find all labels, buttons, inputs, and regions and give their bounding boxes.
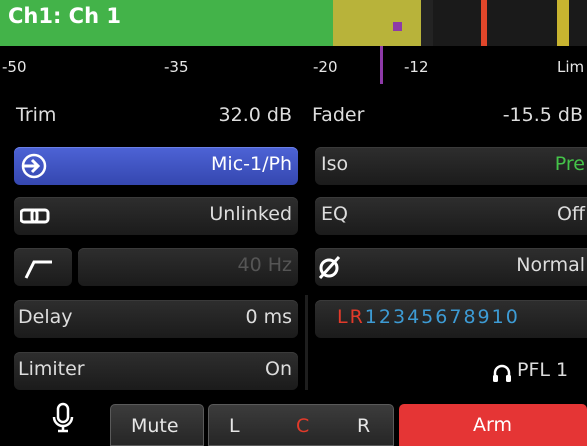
scale-label: Lim xyxy=(557,58,585,76)
routing-bus: 10 xyxy=(491,306,520,328)
routing-left: L xyxy=(337,306,350,328)
phase-value: Normal xyxy=(516,254,585,276)
high-pass-filter-icon xyxy=(24,256,54,284)
meter-peak-segment xyxy=(557,0,569,46)
fader-label: Fader xyxy=(312,104,365,126)
input-source-value: Mic-1/Ph xyxy=(211,153,292,175)
routing-bus: 5 xyxy=(421,306,436,328)
pan-control[interactable]: L C R xyxy=(208,404,394,446)
iso-label: Iso xyxy=(321,153,349,175)
hpf-frequency-button[interactable]: 40 Hz xyxy=(78,248,298,286)
headphones-icon xyxy=(492,363,512,387)
meter-segment xyxy=(569,0,587,46)
link-value: Unlinked xyxy=(209,203,292,225)
trim-label: Trim xyxy=(16,104,57,126)
arm-label: Arm xyxy=(473,414,512,436)
routing-assignments: LR12345678910 xyxy=(337,306,520,328)
routing-bus: 8 xyxy=(463,306,478,328)
meter-segment xyxy=(487,0,557,46)
pan-center-label: C xyxy=(296,415,310,437)
fader-value[interactable]: -15.5 dB xyxy=(503,104,583,126)
delay-button[interactable]: Delay 0 ms xyxy=(14,300,298,338)
peak-hold-indicator xyxy=(393,22,402,31)
mute-label: Mute xyxy=(131,415,179,437)
link-icon xyxy=(19,207,50,231)
scale-label: -12 xyxy=(404,58,429,76)
routing-button[interactable]: LR12345678910 xyxy=(315,300,587,338)
eq-button[interactable]: EQ Off xyxy=(315,197,587,235)
iso-value: Pre xyxy=(554,153,585,175)
input-arrow-icon xyxy=(20,152,48,184)
phase-button[interactable]: Normal xyxy=(315,248,587,286)
channel-title: Ch1: Ch 1 xyxy=(8,4,121,28)
delay-value: 0 ms xyxy=(245,306,292,328)
routing-bus: 2 xyxy=(378,306,393,328)
scale-label: -20 xyxy=(313,58,338,76)
meter-segment xyxy=(433,0,481,46)
mute-button[interactable]: Mute xyxy=(110,404,204,446)
scale-label: -50 xyxy=(2,58,27,76)
pan-right-label: R xyxy=(357,415,371,437)
delay-label: Delay xyxy=(18,306,73,328)
limiter-button[interactable]: Limiter On xyxy=(14,352,298,390)
limiter-value: On xyxy=(265,358,292,380)
pan-left-label: L xyxy=(229,415,240,437)
routing-bus: 4 xyxy=(407,306,422,328)
limiter-label: Limiter xyxy=(18,358,85,380)
routing-bus: 1 xyxy=(364,306,379,328)
fader-position-marker xyxy=(380,46,383,84)
scale-label: -35 xyxy=(164,58,189,76)
arm-button[interactable]: Arm xyxy=(399,404,587,446)
level-meter: Ch1: Ch 1 xyxy=(0,0,587,46)
input-source-button[interactable]: Mic-1/Ph xyxy=(14,147,298,185)
column-divider xyxy=(305,295,308,390)
hpf-value: 40 Hz xyxy=(237,254,292,276)
trim-value[interactable]: 32.0 dB xyxy=(219,104,292,126)
routing-bus: 3 xyxy=(392,306,408,328)
hpf-toggle-button[interactable] xyxy=(14,248,72,286)
routing-bus: 7 xyxy=(449,306,464,328)
routing-bus: 6 xyxy=(435,306,450,328)
iso-button[interactable]: Iso Pre xyxy=(315,147,587,185)
microphone-icon[interactable] xyxy=(50,400,76,444)
routing-bus: 9 xyxy=(477,306,492,328)
link-button[interactable]: Unlinked xyxy=(14,197,298,235)
meter-peak-segment xyxy=(333,0,421,46)
meter-segment xyxy=(421,0,433,46)
pfl-value: PFL 1 xyxy=(517,359,569,381)
eq-label: EQ xyxy=(321,203,348,225)
phase-invert-icon xyxy=(317,254,343,284)
routing-right: R xyxy=(349,306,365,328)
eq-value: Off xyxy=(556,203,585,225)
